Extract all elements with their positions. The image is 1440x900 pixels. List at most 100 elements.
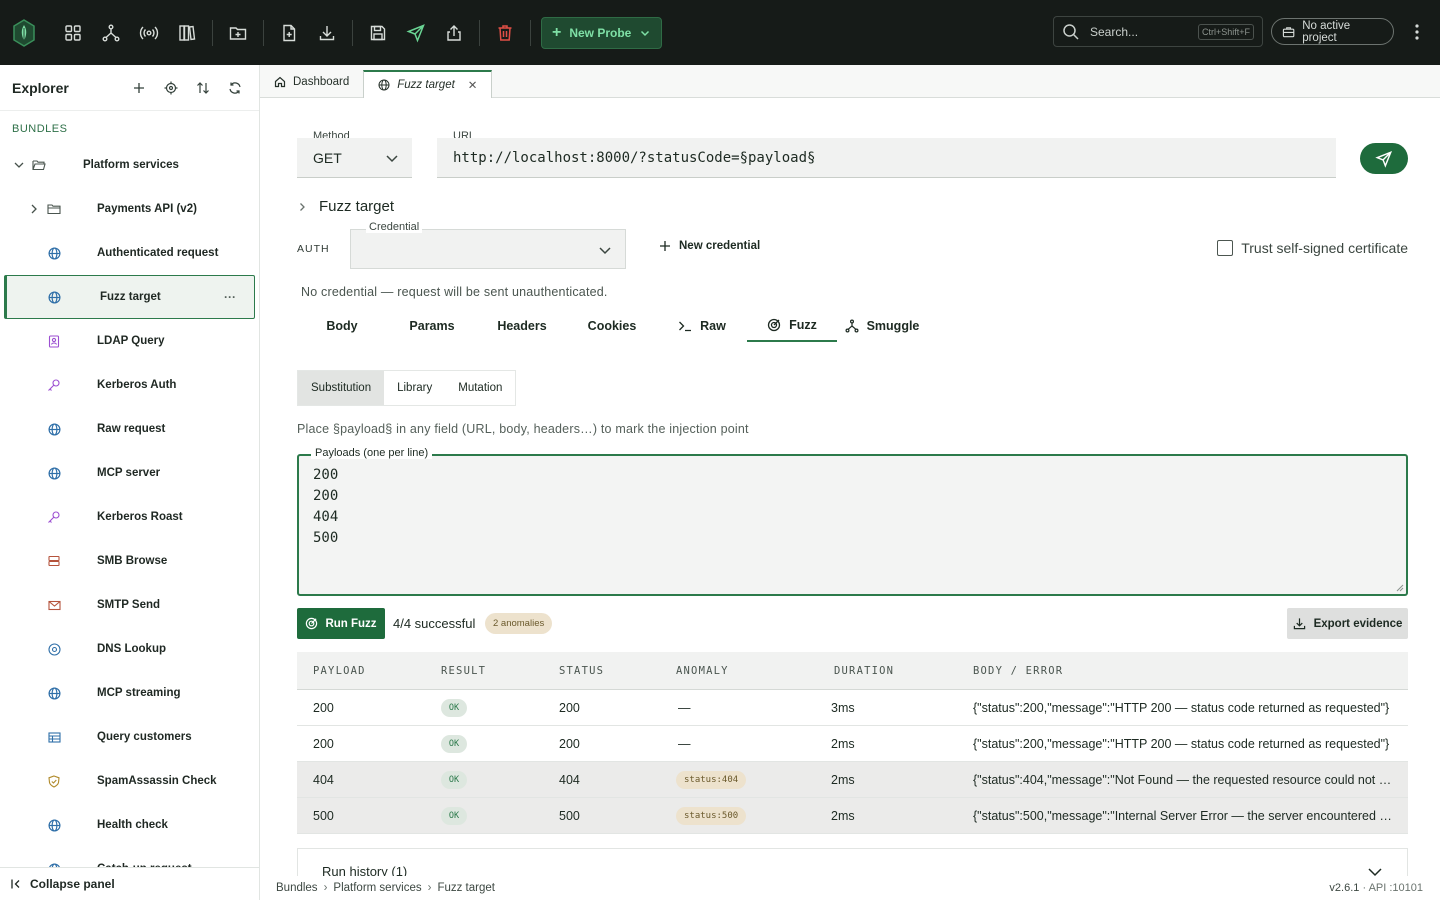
method-value: GET bbox=[313, 149, 342, 166]
sidebar-item-fuzz-target[interactable]: Fuzz target ··· bbox=[4, 275, 255, 319]
chevron-down-icon[interactable] bbox=[12, 158, 26, 172]
broadcast-icon[interactable] bbox=[130, 14, 168, 52]
refresh-icon[interactable] bbox=[225, 78, 245, 98]
tab-fuzz-target[interactable]: Fuzz target ✕ bbox=[363, 70, 493, 98]
sidebar-item-kerberos-auth[interactable]: Kerberos Auth bbox=[0, 363, 259, 407]
new-probe-button[interactable]: + New Probe bbox=[541, 16, 663, 49]
download-icon[interactable] bbox=[308, 14, 346, 52]
add-icon[interactable] bbox=[129, 78, 149, 98]
tab-headers[interactable]: Headers bbox=[477, 310, 567, 342]
trust-self-signed-checkbox[interactable]: Trust self-signed certificate bbox=[1217, 240, 1408, 256]
send-icon[interactable] bbox=[397, 14, 435, 52]
sidebar-item-smtp-send[interactable]: SMTP Send bbox=[0, 583, 259, 627]
share-icon[interactable] bbox=[435, 14, 473, 52]
target-icon bbox=[306, 617, 318, 630]
table-row[interactable]: 200 OK 200 — 2ms {"status":200,"message":"HTT… bbox=[297, 726, 1408, 762]
payloads-textarea[interactable]: Payloads (one per line) 200 200 404 500 bbox=[297, 447, 1408, 596]
anomalies-badge: 2 anomalies bbox=[485, 613, 553, 634]
more-options-icon[interactable]: ··· bbox=[224, 290, 236, 304]
sidebar-item-query-customers[interactable]: Query customers bbox=[0, 715, 259, 759]
tab-smuggle[interactable]: Smuggle bbox=[837, 310, 927, 342]
breadcrumb-item[interactable]: Platform services bbox=[333, 882, 421, 894]
toolbar-divider bbox=[352, 19, 353, 46]
save-icon[interactable] bbox=[359, 14, 397, 52]
tab-library[interactable]: Library bbox=[384, 371, 445, 405]
tab-label: Fuzz target bbox=[397, 79, 455, 91]
sidebar-item-ldap-query[interactable]: LDAP Query bbox=[0, 319, 259, 363]
new-file-icon[interactable] bbox=[270, 14, 308, 52]
chevron-down-icon bbox=[641, 30, 650, 36]
checkbox-box[interactable] bbox=[1217, 240, 1234, 256]
new-folder-icon[interactable] bbox=[219, 14, 257, 52]
breadcrumb-separator-icon: › bbox=[427, 882, 432, 894]
sidebar-item-payments-api-v2[interactable]: Payments API (v2) bbox=[0, 187, 259, 231]
sidebar-item-raw-request[interactable]: Raw request bbox=[0, 407, 259, 451]
breadcrumb-item[interactable]: Fuzz target bbox=[437, 882, 495, 894]
sidebar-item-spamassassin-check[interactable]: SpamAssassin Check bbox=[0, 759, 259, 803]
tab-cookies[interactable]: Cookies bbox=[567, 310, 657, 342]
body-cell: {"status":500,"message":"Internal Server… bbox=[973, 808, 1393, 823]
payload-cell: 200 bbox=[313, 736, 334, 751]
duration-cell: 2ms bbox=[831, 772, 855, 787]
tab-mutation[interactable]: Mutation bbox=[445, 371, 515, 405]
new-credential-button[interactable]: New credential bbox=[659, 240, 760, 252]
delete-icon[interactable] bbox=[486, 14, 524, 52]
resize-handle-icon[interactable] bbox=[1396, 584, 1404, 592]
method-select[interactable]: GET bbox=[297, 138, 412, 178]
table-row[interactable]: 500 OK 500 status:500 2ms {"status":500,"mess… bbox=[297, 798, 1408, 834]
table-row[interactable]: 200 OK 200 — 3ms {"status":200,"message":"HTT… bbox=[297, 690, 1408, 726]
sidebar-item-kerberos-roast[interactable]: Kerberos Roast bbox=[0, 495, 259, 539]
sidebar-item-label: MCP streaming bbox=[97, 687, 181, 699]
target-settings-icon[interactable] bbox=[161, 78, 181, 98]
export-evidence-button[interactable]: Export evidence bbox=[1287, 608, 1408, 639]
run-fuzz-label: Run Fuzz bbox=[325, 617, 377, 630]
sort-icon[interactable] bbox=[193, 78, 213, 98]
tab-label: Smuggle bbox=[866, 319, 920, 333]
request-title-toggle[interactable]: Fuzz target bbox=[297, 198, 394, 215]
sidebar-item-dns-lookup[interactable]: DNS Lookup bbox=[0, 627, 259, 671]
collapse-panel-button[interactable]: Collapse panel bbox=[0, 867, 259, 900]
global-search-input[interactable]: Search... Ctrl+Shift+F bbox=[1053, 16, 1263, 47]
run-fuzz-button[interactable]: Run Fuzz bbox=[297, 608, 385, 639]
tab-dashboard[interactable]: Dashboard bbox=[260, 65, 363, 98]
sidebar-item-catch-up-request[interactable]: Catch-up request bbox=[0, 847, 259, 867]
folder-open-icon bbox=[32, 158, 46, 172]
sidebar-item-smb-browse[interactable]: SMB Browse bbox=[0, 539, 259, 583]
tab-fuzz[interactable]: Fuzz bbox=[747, 310, 837, 342]
close-tab-icon[interactable]: ✕ bbox=[468, 78, 478, 92]
sidebar-item-mcp-streaming[interactable]: MCP streaming bbox=[0, 671, 259, 715]
sidebar-item-mcp-server[interactable]: MCP server bbox=[0, 451, 259, 495]
chevron-down-icon bbox=[386, 155, 398, 163]
url-input[interactable]: http://localhost:8000/?statusCode=§paylo… bbox=[437, 138, 1336, 178]
sidebar-item-label: Payments API (v2) bbox=[97, 203, 197, 215]
toolbar-divider bbox=[212, 19, 213, 46]
sidebar-item-authenticated-request[interactable]: Authenticated request bbox=[0, 231, 259, 275]
breadcrumb-item[interactable]: Bundles bbox=[276, 882, 318, 894]
sidebar-item-health-check[interactable]: Health check bbox=[0, 803, 259, 847]
chevron-right-icon[interactable] bbox=[27, 202, 41, 216]
toolbar-divider bbox=[479, 19, 480, 46]
column-header: ANOMALY bbox=[676, 664, 729, 677]
briefcase-icon bbox=[1282, 26, 1295, 37]
dashboard-grid-icon[interactable] bbox=[54, 14, 92, 52]
tab-raw[interactable]: Raw bbox=[657, 310, 747, 342]
shield-icon bbox=[47, 774, 61, 788]
result-badge: OK bbox=[441, 734, 467, 753]
credential-select[interactable] bbox=[350, 229, 626, 269]
globe-icon bbox=[47, 686, 61, 700]
sidebar-item-platform-services[interactable]: Platform services bbox=[0, 143, 259, 187]
table-row[interactable]: 404 OK 404 status:404 2ms {"status":404,"mess… bbox=[297, 762, 1408, 798]
tab-body[interactable]: Body bbox=[297, 310, 387, 342]
payloads-label: Payloads (one per line) bbox=[311, 447, 433, 459]
project-selector[interactable]: No active project bbox=[1271, 18, 1394, 45]
tab-substitution[interactable]: Substitution bbox=[298, 371, 385, 405]
library-icon[interactable] bbox=[168, 14, 206, 52]
send-request-button[interactable] bbox=[1360, 143, 1408, 174]
more-vertical-icon[interactable] bbox=[1407, 20, 1427, 44]
tab-params[interactable]: Params bbox=[387, 310, 477, 342]
table-icon bbox=[47, 730, 61, 744]
sidebar-item-label: Kerberos Auth bbox=[97, 379, 177, 391]
status-bar: Bundles › Platform services › Fuzz targe… bbox=[260, 876, 1440, 900]
sidebar-item-label: SpamAssassin Check bbox=[97, 775, 217, 787]
fork-icon[interactable] bbox=[92, 14, 130, 52]
